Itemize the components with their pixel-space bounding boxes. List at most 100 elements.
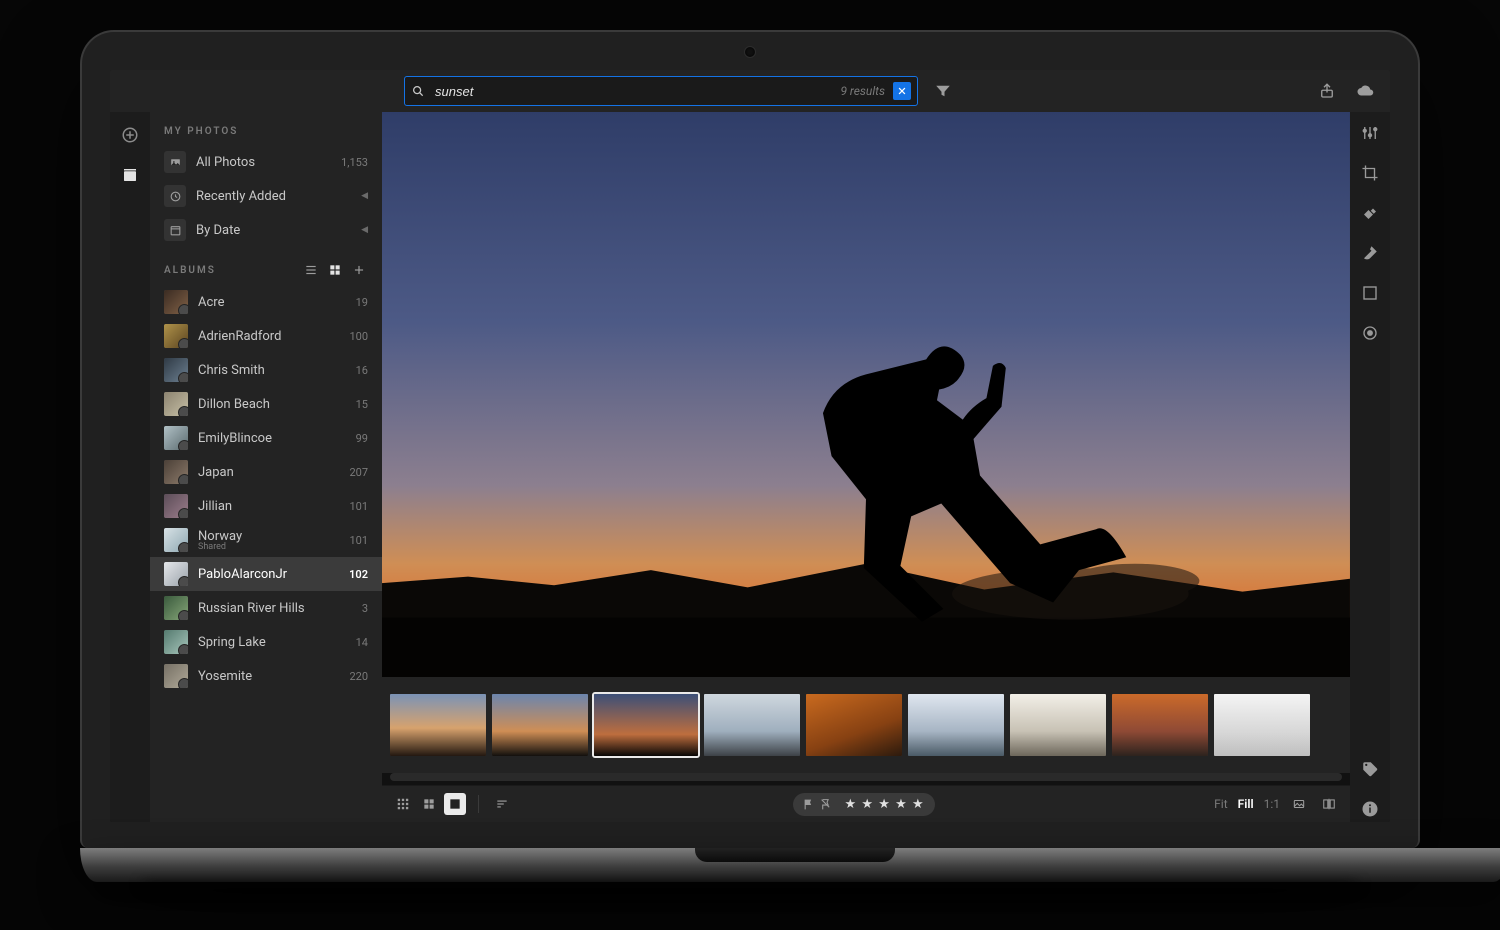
filmstrip-thumb[interactable] [908, 694, 1004, 756]
album-item[interactable]: Spring Lake 14 [150, 625, 382, 659]
info-button[interactable] [1357, 796, 1383, 822]
album-name: PabloAlarconJr [198, 567, 334, 582]
album-count: 100 [344, 330, 368, 343]
album-count: 207 [344, 466, 368, 479]
nav-item-all-photos[interactable]: All Photos 1,153 [150, 145, 382, 179]
album-name: AdrienRadford [198, 329, 334, 344]
radial-gradient-button[interactable] [1357, 320, 1383, 346]
album-view-grid-button[interactable] [326, 261, 344, 279]
album-view-list-button[interactable] [302, 261, 320, 279]
webcam-dot [744, 46, 756, 58]
sidebar: MY PHOTOS All Photos 1,153 Recently Added◀… [150, 112, 382, 822]
zoom-fill-button[interactable]: Fill [1238, 797, 1254, 811]
album-name: Chris Smith [198, 363, 334, 378]
album-item[interactable]: Chris Smith 16 [150, 353, 382, 387]
nav-item-label: All Photos [196, 155, 331, 170]
album-count: 16 [344, 364, 368, 377]
filmstrip-thumb[interactable] [492, 694, 588, 756]
nav-item-by-date[interactable]: By Date ◀ [150, 213, 382, 247]
search-field[interactable]: 9 results [404, 76, 918, 106]
album-item[interactable]: EmilyBlincoe99 [150, 421, 382, 455]
filmstrip-thumb[interactable] [806, 694, 902, 756]
main-photo-artwork [382, 112, 1350, 677]
filmstrip-thumb[interactable] [704, 694, 800, 756]
album-item[interactable]: Yosemite 220 [150, 659, 382, 693]
album-item[interactable]: Russian River Hills3 [150, 591, 382, 625]
right-rail [1350, 112, 1390, 822]
filmstrip-scrollbar[interactable] [390, 773, 1342, 781]
brush-button[interactable] [1357, 240, 1383, 266]
album-thumb [164, 528, 188, 552]
album-thumb [164, 494, 188, 518]
album-thumb [164, 562, 188, 586]
flag-reject-icon[interactable] [820, 798, 833, 811]
nav-item-count: 1,153 [341, 156, 368, 169]
zoom-1to1-button[interactable]: 1:1 [1264, 797, 1280, 811]
linear-gradient-button[interactable] [1357, 280, 1383, 306]
grid-view-small-button[interactable] [392, 793, 414, 815]
filmstrip-thumb[interactable] [594, 694, 698, 756]
album-thumb [164, 392, 188, 416]
filmstrip-thumb[interactable] [1214, 694, 1310, 756]
compare-button[interactable] [1318, 793, 1340, 815]
my-photos-heading: MY PHOTOS [150, 112, 382, 145]
album-name: Jillian [198, 499, 334, 514]
rating-control[interactable]: ★ ★ ★ ★ ★ [793, 793, 935, 816]
album-thumb [164, 460, 188, 484]
filter-button[interactable] [930, 78, 956, 104]
album-thumb [164, 324, 188, 348]
album-item[interactable]: Japan207 [150, 455, 382, 489]
filmstrip-thumb[interactable] [1010, 694, 1106, 756]
single-view-button[interactable] [444, 793, 466, 815]
album-count: 99 [344, 432, 368, 445]
show-original-button[interactable] [1288, 793, 1310, 815]
album-count: 220 [344, 670, 368, 683]
album-count: 15 [344, 398, 368, 411]
album-count: 101 [344, 534, 368, 547]
albums-heading: ALBUMS [164, 265, 302, 276]
album-item[interactable]: Dillon Beach15 [150, 387, 382, 421]
filmstrip [382, 677, 1350, 773]
album-count: 14 [344, 636, 368, 649]
search-clear-button[interactable] [893, 82, 911, 100]
app-window: 9 results [110, 70, 1390, 822]
album-item[interactable]: AdrienRadford 100 [150, 319, 382, 353]
filmstrip-thumb[interactable] [390, 694, 486, 756]
album-item[interactable]: PabloAlarconJr 102 [150, 557, 382, 591]
crop-button[interactable] [1357, 160, 1383, 186]
photo-viewer: ★ ★ ★ ★ ★ Fit Fill 1:1 [382, 112, 1350, 822]
album-item[interactable]: Acre 19 [150, 285, 382, 319]
healing-brush-button[interactable] [1357, 200, 1383, 226]
album-name: Acre [198, 295, 334, 310]
album-subtitle: Shared [198, 542, 334, 552]
left-rail [110, 112, 150, 822]
album-name: Spring Lake [198, 635, 334, 650]
zoom-fit-button[interactable]: Fit [1214, 797, 1227, 811]
cloud-sync-button[interactable] [1352, 78, 1378, 104]
add-photos-button[interactable] [117, 122, 143, 148]
album-count: 19 [344, 296, 368, 309]
sort-button[interactable] [491, 793, 513, 815]
filmstrip-thumb[interactable] [1112, 694, 1208, 756]
album-list: Acre 19 AdrienRadford 100 Chris Smith 16 Dillo… [150, 285, 382, 822]
bottom-toolbar: ★ ★ ★ ★ ★ Fit Fill 1:1 [382, 785, 1350, 822]
album-item[interactable]: Jillian101 [150, 489, 382, 523]
edit-sliders-button[interactable] [1357, 120, 1383, 146]
share-button[interactable] [1314, 78, 1340, 104]
grid-view-large-button[interactable] [418, 793, 440, 815]
nav-item-label: By Date [196, 223, 351, 238]
star-rating[interactable]: ★ ★ ★ ★ ★ [845, 797, 925, 812]
album-thumb [164, 596, 188, 620]
album-count: 102 [344, 568, 368, 581]
search-input[interactable] [433, 83, 832, 100]
chevron-left-icon: ◀ [361, 225, 368, 235]
main-photo[interactable] [382, 112, 1350, 677]
album-name: Yosemite [198, 669, 334, 684]
keywords-button[interactable] [1357, 756, 1383, 782]
flag-pick-icon[interactable] [803, 798, 816, 811]
add-album-button[interactable] [350, 261, 368, 279]
album-item[interactable]: NorwayShared101 [150, 523, 382, 557]
library-button[interactable] [117, 162, 143, 188]
nav-item-recently-added[interactable]: Recently Added◀ [150, 179, 382, 213]
album-thumb [164, 630, 188, 654]
